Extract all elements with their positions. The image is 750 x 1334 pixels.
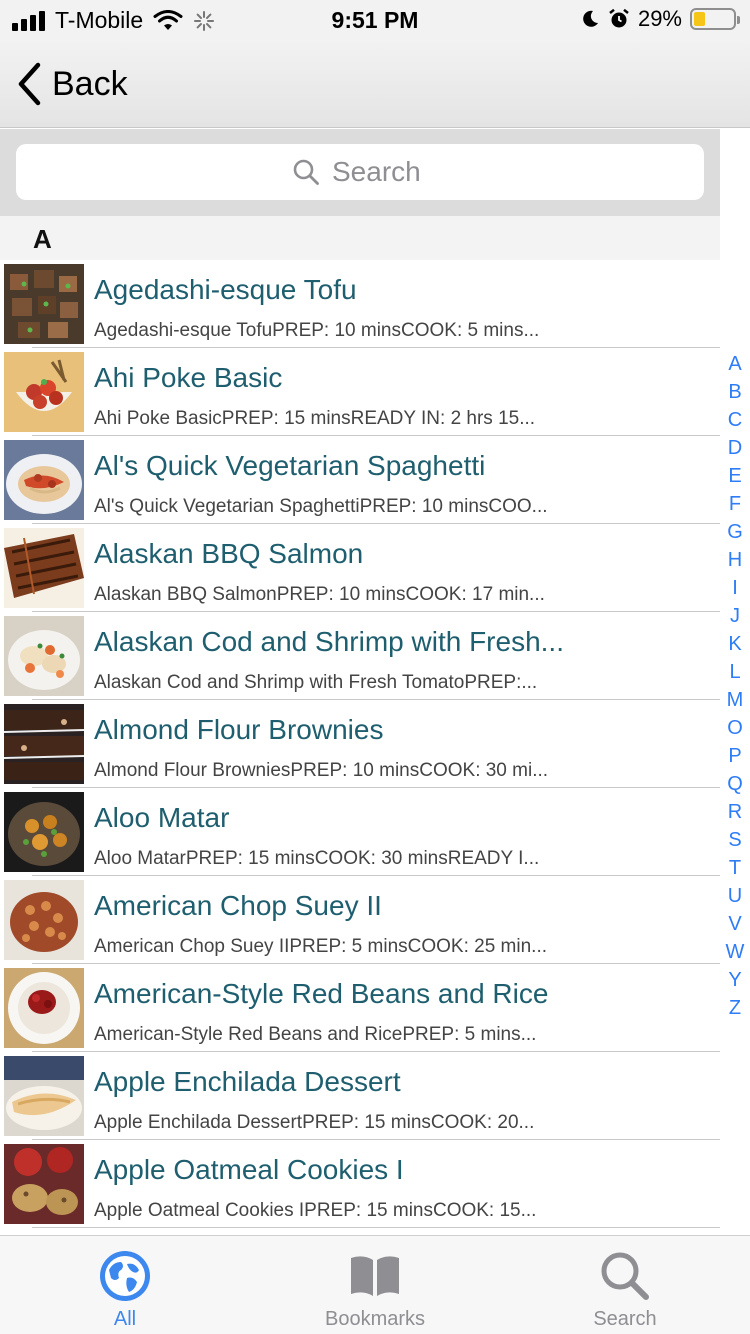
index-letter[interactable]: K [720,630,750,658]
recipe-thumbnail [4,1056,84,1136]
recipe-thumbnail [4,792,84,872]
recipe-subtitle: American Chop Suey IIPREP: 5 minsCOOK: 2… [94,936,548,957]
recipe-title: Agedashi-esque Tofu [94,274,357,305]
index-letter[interactable]: Y [720,966,750,994]
recipe-row[interactable]: American Chop Suey II American Chop Suey… [0,876,720,964]
search-field[interactable] [16,144,704,200]
back-label: Back [52,64,128,103]
recipe-row[interactable]: Apple Oatmeal Cookies I Apple Oatmeal Co… [0,1140,720,1228]
battery-level [694,12,706,26]
index-letter[interactable]: M [720,686,750,714]
recipe-row[interactable]: Almond Flour Brownies Almond Flour Brown… [0,700,720,788]
recipe-row[interactable]: Alaskan Cod and Shrimp with Fresh... Ala… [0,612,720,700]
index-letter[interactable]: F [720,490,750,518]
recipe-title: Alaskan Cod and Shrimp with Fresh... [94,626,564,657]
recipe-thumbnail [4,352,84,432]
recipe-thumbnail [4,616,84,696]
recipe-subtitle: Alaskan Cod and Shrimp with Fresh Tomato… [94,672,538,693]
recipe-row[interactable]: Alaskan BBQ Salmon Alaskan BBQ SalmonPRE… [0,524,720,612]
index-letter[interactable]: L [720,658,750,686]
recipe-subtitle: Almond Flour BrowniesPREP: 10 minsCOOK: … [94,760,549,781]
index-letter[interactable]: B [720,378,750,406]
recipe-subtitle: Agedashi-esque TofuPREP: 10 minsCOOK: 5 … [94,320,540,341]
tab-search[interactable]: Search [500,1236,750,1334]
recipe-row[interactable]: American-Style Red Beans and Rice Americ… [0,964,720,1052]
recipe-subtitle: Apple Oatmeal Cookies IPREP: 15 minsCOOK… [94,1200,537,1221]
index-letter[interactable]: U [720,882,750,910]
recipe-thumbnail [4,968,84,1048]
index-letter[interactable]: S [720,826,750,854]
recipe-title: American Chop Suey II [94,890,382,921]
moon-icon [583,10,598,27]
index-letter[interactable]: A [720,350,750,378]
status-bar: T-Mobile 9:51 PM 29% [0,0,750,40]
index-letter[interactable]: H [720,546,750,574]
recipe-subtitle: Al's Quick Vegetarian SpaghettiPREP: 10 … [94,496,548,517]
recipe-row[interactable]: Aloo Matar Aloo MatarPREP: 15 minsCOOK: … [0,788,720,876]
recipe-subtitle: Apple Enchilada DessertPREP: 15 minsCOOK… [94,1112,535,1133]
recipe-thumbnail [4,440,84,520]
recipe-thumbnail [4,880,84,960]
index-letter[interactable]: D [720,434,750,462]
tab-bar: All Bookmarks Search [0,1235,750,1334]
back-button[interactable]: Back [16,62,128,106]
search-bar-container [0,129,720,216]
recipe-subtitle: American-Style Red Beans and RicePREP: 5… [94,1024,537,1045]
index-letter[interactable]: R [720,798,750,826]
recipe-row[interactable]: Al's Quick Vegetarian Spaghetti Al's Qui… [0,436,720,524]
index-letter[interactable]: I [720,574,750,602]
alphabet-index[interactable]: ABCDEFGHIJKLMOPQRSTUVWYZ [720,350,750,1022]
battery-percent: 29% [637,6,682,31]
recipe-row[interactable]: Agedashi-esque Tofu Agedashi-esque TofuP… [0,260,720,348]
index-letter[interactable]: P [720,742,750,770]
recipe-row[interactable]: Apple Enchilada Dessert Apple Enchilada … [0,1052,720,1140]
index-letter[interactable]: G [720,518,750,546]
recipe-row[interactable]: Ahi Poke Basic Ahi Poke BasicPREP: 15 mi… [0,348,720,436]
index-letter[interactable]: W [720,938,750,966]
chevron-left-icon [18,62,41,106]
tab-bookmarks[interactable]: Bookmarks [250,1236,500,1334]
recipe-thumbnail [4,1144,84,1224]
recipe-title: Apple Enchilada Dessert [94,1066,401,1097]
recipe-title: Aloo Matar [94,802,230,833]
index-letter[interactable]: C [720,406,750,434]
index-letter[interactable]: E [720,462,750,490]
index-letter[interactable]: O [720,714,750,742]
recipe-title: Almond Flour Brownies [94,714,384,745]
navigation-bar: Back [0,40,750,128]
index-letter[interactable]: V [720,910,750,938]
search-icon [601,1252,649,1300]
recipe-thumbnail [4,264,84,344]
index-letter[interactable]: J [720,602,750,630]
recipe-thumbnail [4,528,84,608]
index-letter[interactable]: Q [720,770,750,798]
section-header-a: A [0,216,720,260]
row-divider [32,1227,720,1228]
search-icon [293,159,319,185]
globe-icon [100,1251,150,1301]
recipe-title: Al's Quick Vegetarian Spaghetti [94,450,486,481]
tab-label: Bookmarks [324,1308,426,1330]
recipe-title: American-Style Red Beans and Rice [94,978,549,1009]
section-letter: A [33,224,52,254]
tab-label: All [113,1308,137,1330]
index-letter[interactable]: Z [720,994,750,1022]
recipe-thumbnail [4,704,84,784]
recipe-subtitle: Alaskan BBQ SalmonPREP: 10 minsCOOK: 17 … [94,584,545,605]
status-right: 29% [580,6,740,32]
search-input[interactable] [332,156,428,188]
recipe-title: Apple Oatmeal Cookies I [94,1154,404,1185]
recipe-title: Ahi Poke Basic [94,362,283,393]
recipe-subtitle: Aloo MatarPREP: 15 minsCOOK: 30 minsREAD… [94,848,540,869]
index-letter[interactable]: T [720,854,750,882]
tab-all[interactable]: All [0,1236,250,1334]
battery-icon [690,8,740,30]
tab-label: Search [593,1308,657,1330]
alarm-icon [609,8,629,28]
recipe-title: Alaskan BBQ Salmon [94,538,364,569]
recipe-subtitle: Ahi Poke BasicPREP: 15 minsREADY IN: 2 h… [94,408,536,429]
book-icon [351,1256,399,1296]
recipe-list[interactable]: Agedashi-esque Tofu Agedashi-esque TofuP… [0,260,720,1235]
